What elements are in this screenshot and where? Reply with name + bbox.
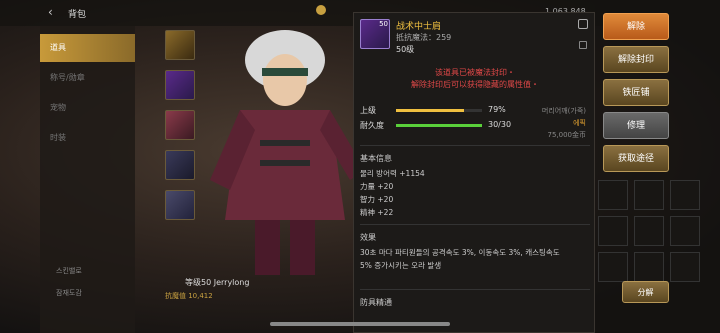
durability-label: 耐久度 — [360, 121, 384, 130]
sidebar-link-skin[interactable]: 스킨밸로 — [56, 266, 82, 276]
inventory-slot[interactable] — [598, 252, 628, 282]
sidebar-item-titles[interactable]: 称号/勋章 — [40, 64, 135, 92]
coin-icon — [316, 5, 326, 15]
inventory-slot[interactable] — [634, 180, 664, 210]
equip-slot-belt[interactable] — [165, 190, 195, 220]
share-icon[interactable] — [578, 19, 588, 29]
inventory-slot[interactable] — [670, 216, 700, 246]
sidebar-item-pets[interactable]: 宠物 — [40, 94, 135, 122]
stat-line: 力量 +20 — [360, 182, 394, 191]
seal-notice-2: 解除封印后可以获得隐藏的属性值・ — [411, 80, 539, 89]
equip-slot-weapon[interactable] — [165, 30, 195, 60]
durability-bar-fill — [396, 124, 482, 127]
item-price: 75,000金币 — [547, 131, 587, 139]
page-title: 背包 — [68, 10, 87, 20]
inventory-slot[interactable] — [598, 180, 628, 210]
inventory-slot[interactable] — [634, 252, 664, 282]
sidebar-link-codex[interactable]: 잠재도감 — [56, 288, 82, 298]
inventory-slot[interactable] — [634, 216, 664, 246]
back-arrow-icon[interactable]: ‹ — [48, 5, 53, 19]
durability-value: 30/30 — [488, 120, 512, 129]
divider — [360, 224, 590, 225]
item-rarity: 에픽 — [573, 119, 586, 127]
item-icon: 50 — [360, 19, 390, 49]
basic-info-title: 基本信息 — [360, 154, 392, 163]
sidebar: 道具 称号/勋章 宠物 时装 스킨밸로 잠재도감 — [40, 26, 135, 333]
item-name: 战术中士肩 — [396, 22, 442, 32]
sidebar-item-avatar[interactable]: 时装 — [40, 124, 135, 152]
grade-label: 上级 — [360, 106, 376, 115]
armor-mastery-title: 防具精通 — [360, 298, 392, 307]
home-indicator — [270, 322, 450, 326]
lock-icon[interactable] — [579, 41, 587, 49]
equip-slot-top[interactable] — [165, 110, 195, 140]
inventory-slot[interactable] — [670, 252, 700, 282]
item-resist: 抵抗魔法：259 — [396, 33, 452, 42]
item-level: 50级 — [396, 45, 415, 54]
repair-button[interactable]: 修理 — [603, 112, 669, 139]
obtain-button[interactable]: 获取途径 — [603, 145, 669, 172]
smith-button[interactable]: 铁匠铺 — [603, 79, 669, 106]
divider — [360, 289, 590, 290]
effect-title: 效果 — [360, 233, 376, 242]
item-icon-level: 50 — [379, 20, 388, 28]
durability-bar — [396, 124, 482, 127]
stat-line: 精神 +22 — [360, 208, 394, 217]
character-portrait — [210, 30, 365, 275]
grade-bar-fill — [396, 109, 464, 112]
divider — [360, 145, 590, 146]
inventory-slot[interactable] — [598, 216, 628, 246]
grade-bar — [396, 109, 482, 112]
character-power: 抗魔值 10,412 — [165, 292, 213, 300]
character-name: 等级50 Jerrylong — [185, 278, 250, 287]
equip-slot-shoulder[interactable] — [165, 70, 195, 100]
seal-notice-1: 该道具已被魔法封印・ — [435, 68, 515, 77]
stat-line: 물리 방어력 +1154 — [360, 169, 425, 178]
decompose-button[interactable]: 分解 — [622, 281, 669, 303]
grade-percent: 79% — [488, 105, 506, 114]
unseal-button[interactable]: 解除封印 — [603, 46, 669, 73]
item-type: 머리어깨(가죽) — [541, 107, 586, 115]
item-tooltip: 50 战术中士肩 抵抗魔法：259 50级 该道具已被魔法封印・ 解除封印后可以… — [353, 12, 595, 333]
effect-line-1: 30초 마다 파티원들의 공격속도 3%, 이동속도 3%, 캐스팅속도 — [360, 248, 560, 257]
inventory-slot[interactable] — [670, 180, 700, 210]
stat-line: 智力 +20 — [360, 195, 394, 204]
sidebar-item-items[interactable]: 道具 — [40, 34, 135, 62]
dismantle-button[interactable]: 解除 — [603, 13, 669, 40]
effect-line-2: 5% 증가시키는 오라 발생 — [360, 261, 442, 270]
equip-slot-bottom[interactable] — [165, 150, 195, 180]
